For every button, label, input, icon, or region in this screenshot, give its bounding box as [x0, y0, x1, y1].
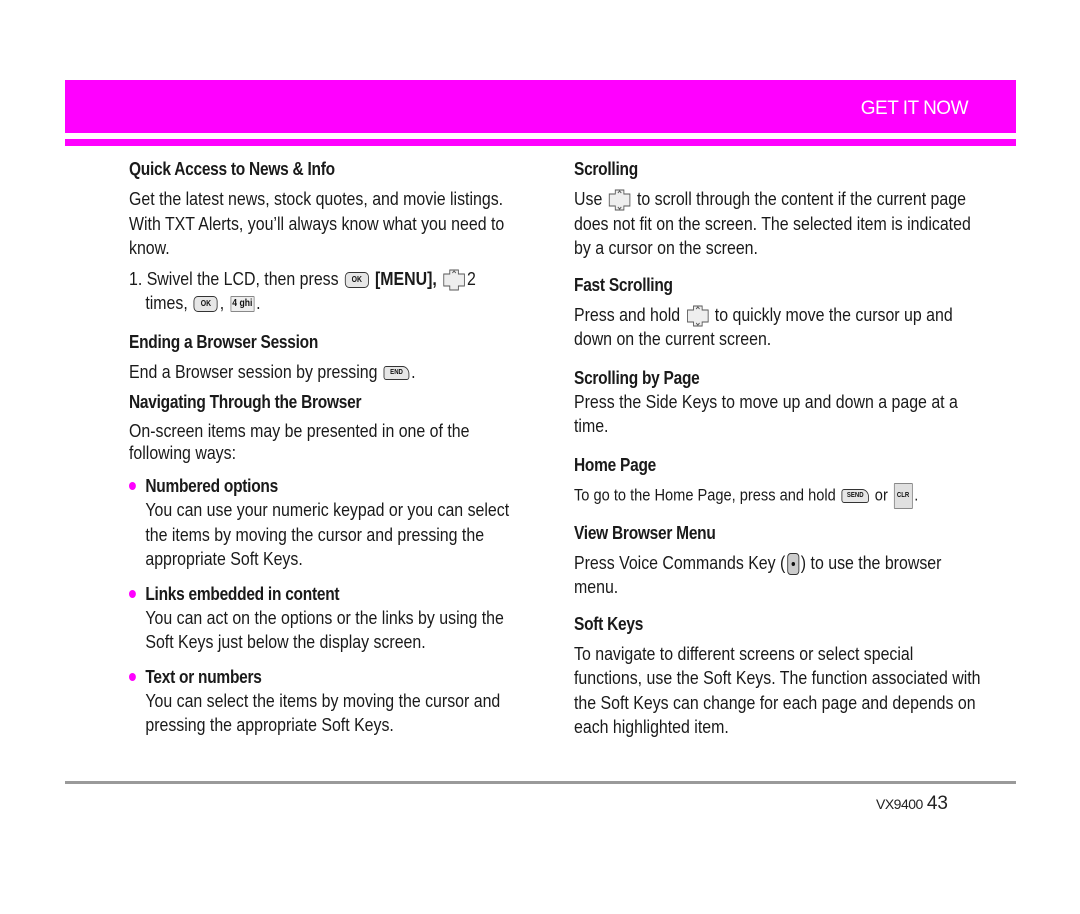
scrolling-post: to scroll through the content if the cur… — [574, 188, 971, 258]
fast-scrolling-body: Press and hold to quickly move the curso… — [574, 303, 983, 352]
navigation-key-icon — [608, 189, 631, 211]
quick-access-body: Get the latest news, stock quotes, and m… — [129, 188, 505, 258]
view-browser-menu-body: Press Voice Commands Key () to use the b… — [574, 551, 983, 600]
quick-access-heading: Quick Access to News & Info — [129, 159, 335, 179]
bullet-body: You can use your numeric keypad or you c… — [145, 499, 510, 569]
section-header-band: GET IT NOW — [65, 80, 1016, 133]
scrolling-pre: Use — [574, 188, 603, 209]
scrolling-by-page-body: Press the Side Keys to move up and down … — [574, 390, 958, 437]
quick-access-step: 1. Swivel the LCD, then press OK [MENU],… — [129, 267, 523, 316]
view-browser-menu-heading: View Browser Menu — [574, 522, 716, 543]
bullet-body: You can select the items by moving the c… — [145, 689, 501, 736]
model-name: VX9400 — [876, 796, 923, 812]
bullet-body: You can act on the options or the links … — [145, 606, 504, 653]
navigation-key-icon — [686, 305, 709, 327]
times-count: 2 — [467, 267, 476, 289]
period: . — [914, 484, 919, 504]
soft-keys-body: To navigate to different screens or sele… — [574, 642, 981, 738]
ending-session-heading: Ending a Browser Session — [129, 331, 319, 352]
end-key-icon: END — [383, 365, 410, 380]
menu-label: [MENU], — [374, 267, 437, 289]
navigation-key-icon — [443, 269, 465, 291]
send-key-icon: SEND — [841, 488, 870, 503]
period: . — [256, 292, 261, 313]
voice-pre: Press Voice Commands Key ( — [574, 551, 786, 573]
bullet-title: Links embedded in content — [145, 583, 340, 604]
fast-scrolling-pre: Press and hold — [574, 303, 681, 325]
times-label: times, — [145, 292, 188, 313]
ok-key-icon: OK — [344, 271, 369, 288]
home-page-body: To go to the Home Page, press and hold S… — [574, 482, 983, 509]
bullet-dot-icon — [129, 482, 136, 490]
scrolling-by-page-heading: Scrolling by Page — [574, 367, 700, 388]
page-number: 43 — [926, 793, 948, 814]
clr-key-icon: CLR — [893, 482, 913, 509]
page-footer: VX9400 43 — [876, 793, 948, 815]
bullet-dot-icon — [129, 589, 136, 598]
scrolling-body: Use to scroll through the content if the… — [574, 187, 983, 261]
bullet-item: Numbered options You can use your numeri… — [129, 474, 523, 572]
bullet-item: Text or numbers You can select the items… — [129, 665, 523, 738]
comma: , — [219, 292, 225, 313]
voice-commands-key-icon — [787, 552, 800, 575]
left-column: Quick Access to News & Info Get the late… — [129, 157, 524, 738]
navigating-body: On-screen items may be presented in one … — [129, 420, 470, 463]
section-title: GET IT NOW — [860, 98, 969, 119]
ok-key-icon: OK — [193, 296, 218, 313]
ending-session-body: End a Browser session by pressing END. — [129, 360, 523, 385]
step-text: 1. Swivel the LCD, then press — [129, 267, 339, 289]
footer-rule — [65, 781, 1016, 784]
home-page-heading: Home Page — [574, 454, 656, 475]
or-text: or — [874, 484, 888, 504]
bullet-item: Links embedded in content You can act on… — [129, 582, 523, 655]
fast-scrolling-heading: Fast Scrolling — [574, 274, 673, 295]
home-page-pre: To go to the Home Page, press and hold — [574, 484, 836, 504]
right-column: Scrolling Use to scroll through the cont… — [574, 157, 984, 740]
ending-text: End a Browser session by pressing — [129, 360, 378, 382]
bullet-title: Text or numbers — [145, 666, 262, 687]
header-accent-bar — [65, 139, 1016, 146]
four-ghi-key-icon: 4 ghi — [230, 296, 255, 313]
period: . — [411, 360, 416, 382]
soft-keys-heading: Soft Keys — [574, 613, 644, 634]
scrolling-heading: Scrolling — [574, 159, 638, 179]
bullet-dot-icon — [129, 672, 136, 681]
bullet-title: Numbered options — [145, 476, 278, 496]
navigating-heading: Navigating Through the Browser — [129, 392, 362, 412]
